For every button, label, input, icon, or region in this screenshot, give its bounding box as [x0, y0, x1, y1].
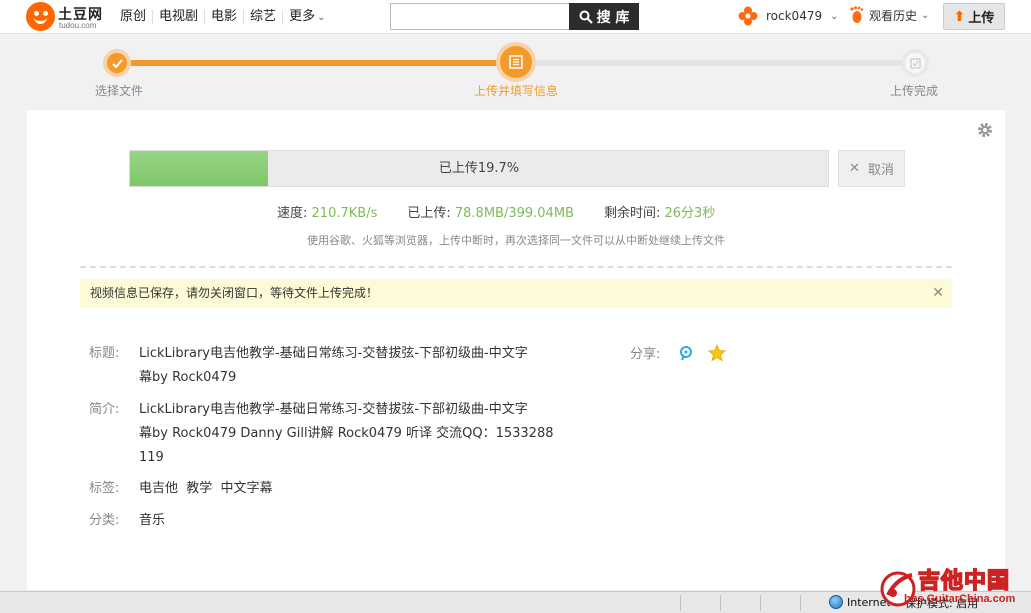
- browser-status-bar: Internet 保护模式: 启用: [0, 591, 1031, 613]
- logo-url: tudou.com: [59, 21, 97, 30]
- status-divider: [760, 595, 761, 611]
- search-input[interactable]: [390, 3, 570, 30]
- uploaded-stat: 已上传: 78.8MB/399.04MB: [407, 206, 574, 221]
- category-row: 分类: 音乐: [89, 509, 559, 533]
- step-label-upload-info: 上传并填写信息: [474, 84, 559, 98]
- watermark-name: 吉他中国: [917, 568, 1011, 595]
- user-menu[interactable]: rock0479 ⌄: [738, 6, 839, 26]
- progress-text: 已上传19.7%: [438, 161, 520, 176]
- cancel-upload-button[interactable]: ✕ 取消: [838, 150, 905, 187]
- category-value: 音乐: [139, 513, 166, 528]
- upload-steps: 选择文件 上传并填写信息 上传完成: [0, 35, 1031, 110]
- saved-notice: 视频信息已保存，请勿关闭窗口，等待文件上传完成！ ✕: [80, 279, 952, 308]
- favorite-star-icon[interactable]: [708, 343, 727, 362]
- share-section: 分享:: [630, 343, 727, 362]
- title-row: 标题: LickLibrary电吉他教学-基础日常练习-交替拔弦-下部初级曲-中…: [89, 342, 559, 390]
- chevron-down-icon: ⌄: [921, 9, 930, 21]
- step-progress-line: [117, 60, 516, 66]
- logo-face-icon: [26, 2, 55, 31]
- step-done-dot: [103, 49, 131, 77]
- close-icon: ✕: [849, 161, 860, 176]
- username: rock0479: [766, 9, 823, 23]
- step-active-dot: [496, 42, 536, 82]
- user-avatar-icon: [738, 6, 758, 26]
- top-header: 土豆网 tudou.com 原创 电视剧 电影 综艺 更多 搜 库 rock04…: [0, 0, 1031, 34]
- title-value: LickLibrary电吉他教学-基础日常练习-交替拔弦-下部初级曲-中文字 幕…: [139, 346, 528, 385]
- nav-tv[interactable]: 电视剧: [152, 10, 204, 24]
- guitarchina-watermark: 吉他中国 bbs.GuitarChina.com: [878, 563, 1028, 611]
- footprint-icon: [850, 6, 864, 23]
- upload-button-label: 上传: [968, 11, 995, 26]
- nav-more[interactable]: 更多: [282, 9, 331, 25]
- upload-stats: 速度: 210.7KB/s 已上传: 78.8MB/399.04MB 剩余时间:…: [277, 202, 745, 221]
- description-label: 简介:: [89, 402, 120, 417]
- check-box-icon: [909, 57, 921, 69]
- upload-progress-bar: 已上传19.7%: [129, 150, 829, 187]
- step-label-complete: 上传完成: [890, 84, 939, 98]
- cancel-label: 取消: [867, 163, 894, 178]
- watermark-url: bbs.GuitarChina.com: [904, 593, 1016, 605]
- resume-hint: 使用谷歌、火狐等浏览器，上传中断时，再次选择同一文件可以从中断处继续上传文件: [307, 234, 725, 247]
- tags-value: 电吉他 教学 中文字幕: [139, 481, 273, 496]
- upload-button[interactable]: ⬆ 上传: [943, 3, 1005, 30]
- search-button[interactable]: 搜 库: [569, 3, 639, 30]
- share-label: 分享:: [630, 347, 661, 362]
- speed-stat: 速度: 210.7KB/s: [277, 206, 378, 221]
- nav-movie[interactable]: 电影: [204, 10, 243, 24]
- step-remaining-line: [516, 60, 916, 66]
- description-value: LickLibrary电吉他教学-基础日常练习-交替拔弦-下部初级曲-中文字 幕…: [139, 402, 554, 465]
- search-icon: [579, 10, 593, 24]
- arrow-up-icon: ⬆: [953, 8, 966, 25]
- history-label: 观看历史: [869, 8, 918, 23]
- nav-variety[interactable]: 综艺: [243, 10, 282, 24]
- globe-icon: [829, 595, 843, 609]
- category-label: 分类:: [89, 513, 120, 528]
- speed-value: 210.7KB/s: [311, 206, 378, 221]
- share-weibo-icon[interactable]: [678, 345, 694, 361]
- dashed-divider: [80, 266, 952, 268]
- status-divider: [800, 595, 801, 611]
- check-icon: [111, 58, 123, 68]
- status-divider: [680, 595, 681, 611]
- tudou-logo[interactable]: 土豆网 tudou.com: [26, 1, 110, 33]
- description-row: 简介: LickLibrary电吉他教学-基础日常练习-交替拔弦-下部初级曲-中…: [89, 398, 559, 470]
- status-divider: [720, 595, 721, 611]
- remaining-value: 26分3秒: [664, 206, 716, 221]
- notice-text: 视频信息已保存，请勿关闭窗口，等待文件上传完成！: [90, 286, 379, 300]
- tags-label: 标签:: [89, 481, 120, 496]
- main-nav: 原创 电视剧 电影 综艺 更多: [114, 0, 331, 34]
- title-label: 标题:: [89, 346, 120, 361]
- uploaded-value: 78.8MB/399.04MB: [454, 206, 574, 221]
- close-icon[interactable]: ✕: [932, 279, 944, 308]
- upload-card: 已上传19.7% ✕ 取消 速度: 210.7KB/s 已上传: 78.8MB/…: [27, 110, 1005, 590]
- remaining-stat: 剩余时间: 26分3秒: [603, 206, 716, 221]
- watch-history[interactable]: 观看历史 ⌄: [849, 6, 929, 24]
- tags-row: 标签: 电吉他 教学 中文字幕: [89, 477, 559, 501]
- form-list-icon: [509, 55, 523, 69]
- chevron-down-icon: ⌄: [830, 10, 839, 22]
- search-button-label: 搜 库: [596, 9, 630, 26]
- step-pending-dot: [901, 49, 929, 77]
- nav-original[interactable]: 原创: [114, 10, 152, 24]
- step-label-select-file: 选择文件: [95, 84, 144, 98]
- gear-icon[interactable]: [976, 121, 994, 139]
